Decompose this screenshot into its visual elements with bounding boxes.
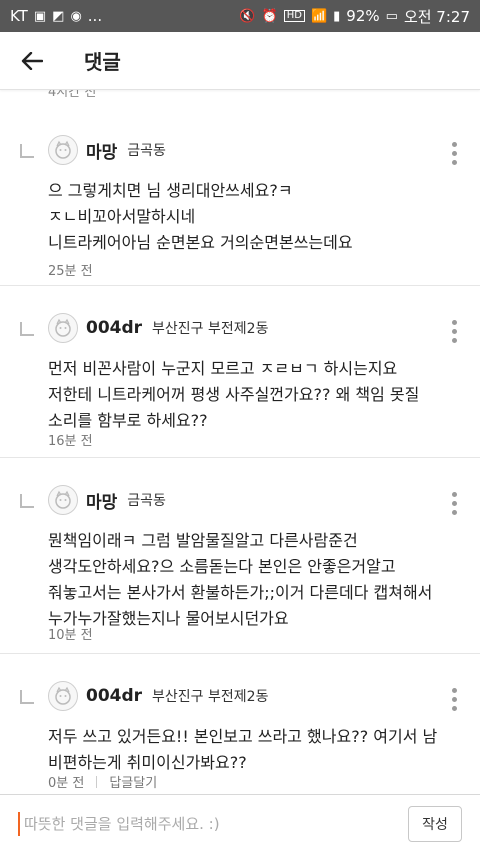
meta-divider (96, 775, 98, 788)
avatar[interactable] (48, 681, 78, 711)
comment-time: 10분 전 (48, 628, 93, 643)
clock: 오전 7:27 (403, 7, 470, 26)
comment-body: 뭔책임이래ㅋ 그럼 발암물질알고 다른사람준건 생각도안하세요?으 소름돋는다 … (48, 528, 468, 632)
comment-line: 소리를 함부로 하세요?? (48, 411, 208, 430)
image-icon: ▣ (33, 8, 47, 24)
comment-line: 저두 쓰고 있거든요!! 본인보고 쓰라고 했나요?? 여기서 남 (48, 727, 438, 746)
comment-body: 저두 쓰고 있거든요!! 본인보고 쓰라고 했나요?? 여기서 남 비편하는게 … (48, 724, 468, 776)
page-title: 댓글 (84, 50, 121, 74)
pill-icon: ◩ (52, 8, 65, 24)
comment-list[interactable]: 4시간 전 마망 금곡동 으 그렇게치면 님 생리대안쓰세요?ㅋ ㅈㄴ비꼬아서말… (0, 90, 480, 794)
back-arrow-icon (21, 51, 43, 70)
more-options-icon[interactable] (452, 142, 458, 165)
more-notifications: ... (87, 7, 103, 25)
default-profile-icon (55, 318, 71, 337)
comment-location: 부산진구 부전제2동 (152, 689, 269, 705)
avatar[interactable] (48, 485, 78, 515)
comment-body: 먼저 비꼰사람이 누군지 모르고 ㅈㄹㅂㄱ 하시는지요 저한테 니트라케어꺼 평… (48, 356, 468, 434)
default-profile-icon (55, 686, 71, 705)
reply-indent-icon (20, 690, 34, 704)
eye-icon: ◉ (70, 8, 82, 24)
app-bar: 댓글 (0, 32, 480, 90)
default-profile-icon (55, 140, 71, 159)
default-profile-icon (55, 490, 71, 509)
previous-comment-time: 4시간 전 (48, 90, 97, 100)
comment-meta: 16분 전 (48, 430, 93, 449)
battery-icon: ▭ (385, 8, 398, 24)
comment-input[interactable] (20, 804, 408, 844)
avatar[interactable] (48, 313, 78, 343)
comment-meta: 25분 전 (48, 260, 93, 279)
comment-nickname[interactable]: 004dr (86, 318, 142, 338)
signal-icon: ▮ (333, 8, 341, 24)
comment-nickname[interactable]: 004dr (86, 686, 142, 706)
comment-item: 마망 금곡동 으 그렇게치면 님 생리대안쓰세요?ㅋ ㅈㄴ비꼬아서말하시네 니트… (0, 108, 480, 286)
comment-line: 누가누가잘했는지나 물어보시던가요 (48, 609, 289, 628)
comment-meta: 10분 전 (48, 624, 93, 643)
comment-line: 저한테 니트라케어꺼 평생 사주실껀가요?? 왜 책임 못질 (48, 385, 420, 404)
comment-item: 마망 금곡동 뭔책임이래ㅋ 그럼 발암물질알고 다른사람준건 생각도안하세요?으… (0, 458, 480, 654)
comment-line: 생각도안하세요?으 소름돋는다 본인은 안좋은거알고 (48, 557, 396, 576)
back-button[interactable] (0, 32, 64, 90)
comment-meta: 0분 전 답글달기 (48, 772, 157, 791)
comment-item: 004dr 부산진구 부전제2동 먼저 비꼰사람이 누군지 모르고 ㅈㄹㅂㄱ 하… (0, 286, 480, 458)
comment-body: 으 그렇게치면 님 생리대안쓰세요?ㅋ ㅈㄴ비꼬아서말하시네 니트라케어아님 순… (48, 178, 468, 256)
comment-time: 16분 전 (48, 434, 93, 449)
alarm-icon: ⏰ (261, 8, 278, 24)
battery-level: 92% (346, 7, 380, 25)
comment-time: 25분 전 (48, 264, 93, 279)
comment-line: ㅈㄴ비꼬아서말하시네 (48, 207, 196, 226)
more-options-icon[interactable] (452, 688, 458, 711)
comment-line: 니트라케어아님 순면본요 거의순면본쓰는데요 (48, 233, 353, 252)
status-bar: KT ▣ ◩ ◉ ... 🔇 ⏰ HD 📶 ▮ 92% ▭ 오전 7:27 (0, 0, 480, 32)
hd-icon: HD (283, 10, 305, 22)
submit-button[interactable]: 작성 (408, 806, 462, 842)
reply-indent-icon (20, 494, 34, 508)
comment-line: 먼저 비꼰사람이 누군지 모르고 ㅈㄹㅂㄱ 하시는지요 (48, 359, 398, 378)
wifi-icon: 📶 (310, 8, 328, 24)
comment-nickname[interactable]: 마망 (86, 138, 117, 163)
comment-time: 0분 전 (48, 776, 85, 791)
comment-item: 004dr 부산진구 부전제2동 저두 쓰고 있거든요!! 본인보고 쓰라고 했… (0, 654, 480, 794)
comment-location: 금곡동 (127, 493, 166, 509)
more-options-icon[interactable] (452, 320, 458, 343)
more-options-icon[interactable] (452, 492, 458, 515)
reply-button[interactable]: 답글달기 (109, 772, 157, 791)
comment-location: 부산진구 부전제2동 (152, 321, 269, 337)
carrier-label: KT (10, 7, 28, 25)
mute-icon: 🔇 (239, 8, 256, 24)
reply-indent-icon (20, 144, 34, 158)
comment-nickname[interactable]: 마망 (86, 488, 117, 513)
comment-composer: 작성 (0, 794, 480, 853)
comment-location: 금곡동 (127, 143, 166, 159)
comment-line: 뭔책임이래ㅋ 그럼 발암물질알고 다른사람준건 (48, 531, 358, 550)
reply-indent-icon (20, 322, 34, 336)
comment-line: 줘놓고서는 본사가서 환불하든가;;이거 다른데다 캡쳐해서 (48, 583, 433, 602)
avatar[interactable] (48, 135, 78, 165)
comment-line: 으 그렇게치면 님 생리대안쓰세요?ㅋ (48, 181, 293, 200)
